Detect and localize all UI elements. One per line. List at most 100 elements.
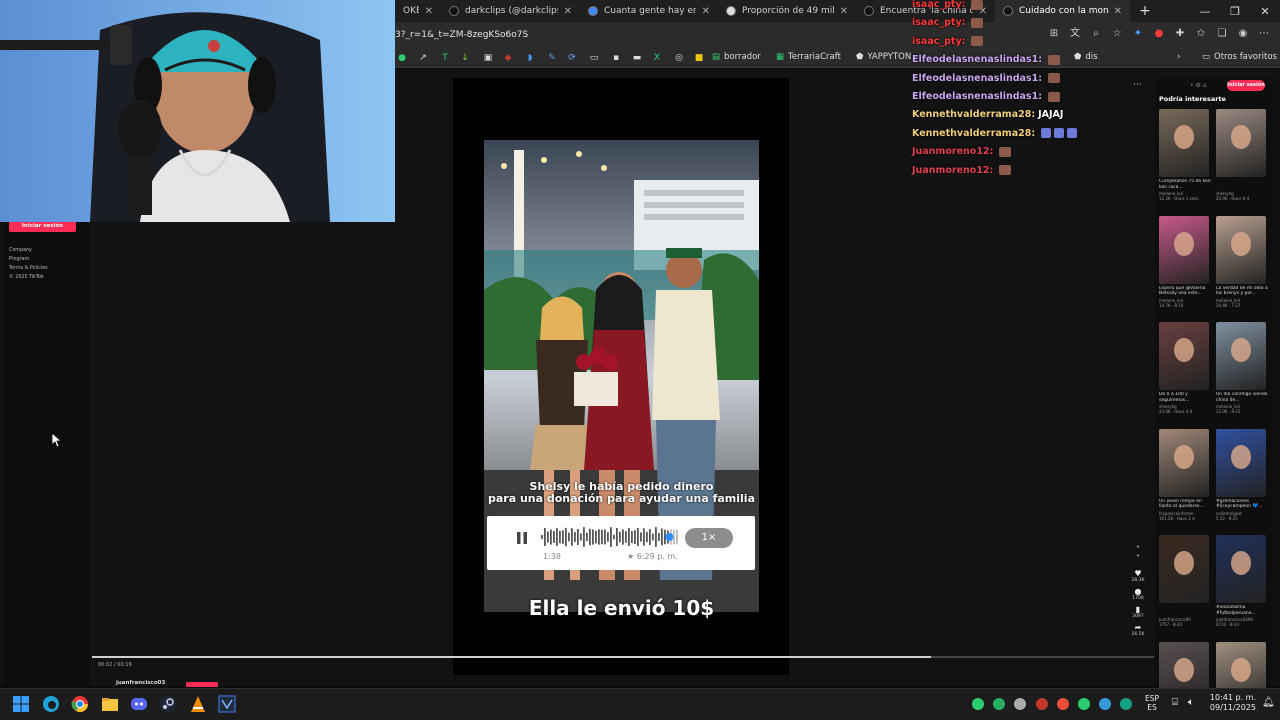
grid-icon[interactable]: ⊞ (1048, 28, 1060, 40)
translate-icon[interactable]: 文 (1069, 28, 1081, 40)
bookmark-sync-icon[interactable]: ⟳ (567, 53, 577, 63)
bookmark-t-icon[interactable]: T (440, 53, 450, 63)
related-video-thumbnail[interactable] (1216, 428, 1266, 497)
bookmark-excel-icon[interactable]: X (652, 53, 662, 63)
bookmark-pen-icon[interactable]: ✎ (547, 53, 557, 63)
tray-cloud-icon[interactable] (1014, 698, 1026, 710)
related-video-caption[interactable]: Espero que @Valeria Betsaily vea este... (1159, 286, 1213, 297)
follow-button[interactable] (186, 682, 218, 687)
more-options-icon[interactable]: ··· (1133, 80, 1142, 90)
bookmark-pin-icon[interactable]: ↗ (418, 53, 428, 63)
footer-link-terms[interactable]: Terms & Policies (9, 264, 48, 273)
discord-icon[interactable] (130, 695, 148, 713)
tray-record-icon[interactable] (1057, 698, 1069, 710)
bookmark-borrador[interactable]: ▤ borrador (712, 52, 761, 62)
tray-download-icon[interactable] (1036, 698, 1048, 710)
related-video-thumbnail[interactable] (1159, 428, 1209, 497)
bookmark-download-icon[interactable]: ↓ (460, 53, 470, 63)
related-video-thumbnail[interactable] (1216, 215, 1266, 284)
bookmark-dash-icon[interactable]: ▬ (632, 53, 642, 63)
browser-tab[interactable]: Proporción de 49 millones ✕ (718, 0, 856, 22)
bookmark-other-favorites[interactable]: ▭ Otros favoritos (1202, 52, 1277, 62)
chevron-up-icon[interactable]: ˄ (1129, 545, 1147, 554)
close-window-button[interactable]: ✕ (1250, 0, 1280, 22)
bookmark-green-icon[interactable]: ● (397, 53, 407, 63)
puzzle-icon[interactable]: ✚ (1174, 28, 1186, 40)
share-icon[interactable]: ➦ (1129, 623, 1147, 632)
tray-xbox-icon[interactable] (972, 698, 984, 710)
bookmark-yellow-icon[interactable]: ■ (694, 53, 704, 63)
video-progress-bar[interactable] (92, 656, 1154, 658)
vlc-icon[interactable] (189, 695, 207, 713)
related-video-thumbnail[interactable] (1159, 215, 1209, 284)
tray-app-icon[interactable] (1120, 698, 1132, 710)
tray-network-icon[interactable] (1099, 698, 1111, 710)
related-video-caption[interactable]: Cumpleaños 75 de kon kon raca... (1159, 179, 1213, 190)
bookmark-camera-icon[interactable]: ▪ (611, 53, 621, 63)
bookmark-dis[interactable]: ⬟ dis (1074, 52, 1098, 62)
chrome-icon[interactable] (71, 695, 89, 713)
heart-icon[interactable]: ♥ (1129, 569, 1147, 578)
extension-blue-icon[interactable]: ✦ (1132, 28, 1144, 40)
minimize-button[interactable]: — (1190, 0, 1220, 22)
new-tab-button[interactable]: + (1130, 0, 1160, 22)
bookmark-terrariacraft[interactable]: ▦ TerrariaCraft (776, 52, 841, 62)
favorites-icon[interactable]: ✩ (1195, 28, 1207, 40)
comment-icon[interactable]: ● (1129, 587, 1147, 596)
related-video-thumbnail[interactable] (1216, 535, 1266, 603)
browser-tab[interactable]: OKE LA C ✕ (395, 0, 441, 22)
notification-bell-icon[interactable]: 🔔︎ (1262, 697, 1275, 708)
related-video-caption[interactable]: De 0 a 100 y seguiremos... (1159, 392, 1213, 403)
language-indicator[interactable]: ESP ES (1145, 694, 1159, 712)
menu-icon[interactable]: ⋯ (1258, 28, 1270, 40)
related-video-thumbnail[interactable] (1159, 535, 1209, 603)
tray-check-icon[interactable] (993, 698, 1005, 710)
related-video-caption[interactable]: La verdad de mi odio a los brenys y por.… (1216, 286, 1270, 297)
edge-icon[interactable] (42, 695, 60, 713)
footer-link-company[interactable]: Company (9, 246, 48, 255)
related-login-button[interactable]: Iniciar sesión (1227, 80, 1265, 91)
tab-close-icon[interactable]: ✕ (425, 6, 433, 17)
steam-icon[interactable] (159, 695, 177, 713)
tab-close-icon[interactable]: ✕ (564, 6, 572, 17)
bookmark-folder-icon[interactable]: ▭ (589, 53, 599, 63)
chevron-down-icon[interactable]: ˅ (1129, 554, 1147, 563)
vscode-icon[interactable] (218, 695, 236, 713)
video-author-username[interactable]: juanfrancisco03 (116, 680, 165, 686)
related-video-thumbnail[interactable] (1159, 322, 1209, 390)
bookmark-globe-icon[interactable]: ◎ (674, 53, 684, 63)
url-text[interactable]: 3?_r=1&_t=ZM-8zegKSo6o7S (395, 30, 528, 40)
taskbar-clock[interactable]: 10:41 p. m. 09/11/2025 (1206, 693, 1256, 713)
browser-tab[interactable]: darkclips (@darkclips.1) | Ti ✕ (441, 0, 580, 22)
related-video-caption[interactable]: #gremacoreos #liceycampeon 💙... (1216, 499, 1270, 510)
related-video-caption[interactable]: #alianzalima #futbolperuano... (1216, 605, 1270, 616)
browser-tab[interactable]: Cuidado con la mone ✕ (995, 0, 1130, 22)
tray-spotify-icon[interactable] (1078, 698, 1090, 710)
browser-tab[interactable]: Cuanta gente hay en españ ✕ (580, 0, 718, 22)
panel-options-icon[interactable]: • ⚙ ⌂ (1190, 82, 1207, 89)
collections-icon[interactable]: ❏ (1216, 28, 1228, 40)
windows-start-icon[interactable] (12, 695, 30, 713)
bookmark-red-icon[interactable]: ◆ (503, 53, 513, 63)
tab-close-icon[interactable]: ✕ (702, 6, 710, 17)
volume-icon[interactable]: 🔈︎ (1188, 697, 1194, 708)
footer-link-program[interactable]: Program (9, 255, 48, 264)
related-video-caption[interactable]: Un día conmigo siendo china de... (1216, 392, 1270, 403)
bookmarks-chevron[interactable]: › (1177, 52, 1180, 62)
bookmark-box-icon[interactable]: ▣ (483, 53, 493, 63)
bookmark-icon[interactable]: ▮ (1129, 605, 1147, 614)
related-video-thumbnail[interactable] (1216, 322, 1266, 390)
tab-close-icon[interactable]: ✕ (840, 6, 848, 17)
extension-red-icon[interactable]: ● (1153, 28, 1165, 40)
related-video-thumbnail[interactable] (1159, 109, 1209, 177)
restore-button[interactable]: ❐ (1220, 0, 1250, 22)
wifi-icon[interactable]: ⌸ (1172, 697, 1178, 708)
bookmark-blue-icon[interactable]: ◗ (525, 53, 535, 63)
star-icon[interactable]: ☆ (1111, 28, 1123, 40)
tab-close-icon[interactable]: ✕ (1114, 6, 1122, 17)
zoom-icon[interactable]: ⌕ (1090, 28, 1102, 40)
related-video-caption[interactable]: Un joven rompe en llanto al quedarse... (1159, 499, 1213, 510)
related-video-thumbnail[interactable] (1216, 109, 1266, 177)
profile-icon[interactable]: ◉ (1237, 28, 1249, 40)
file-explorer-icon[interactable] (101, 695, 119, 713)
